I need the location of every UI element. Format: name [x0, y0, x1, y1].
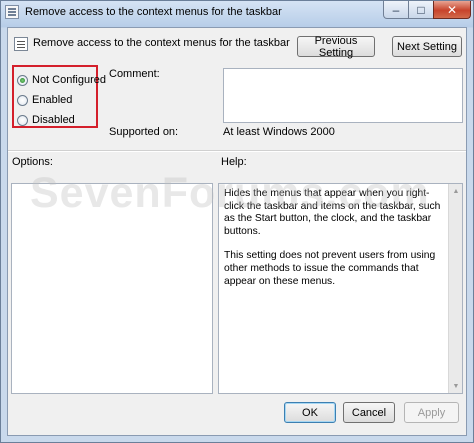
- options-panel: [11, 183, 213, 394]
- policy-document-icon: [5, 5, 19, 19]
- scroll-up-icon[interactable]: ▲: [450, 184, 462, 198]
- options-label: Options:: [12, 156, 53, 168]
- help-paragraph: Hides the menus that appear when you rig…: [224, 188, 441, 237]
- radio-enabled[interactable]: Enabled: [17, 93, 72, 107]
- minimize-button[interactable]: –: [383, 1, 409, 19]
- comment-label: Comment:: [109, 68, 160, 80]
- help-label: Help:: [221, 156, 247, 168]
- close-button[interactable]: ✕: [433, 1, 471, 19]
- help-panel: Hides the menus that appear when you rig…: [218, 183, 463, 394]
- next-setting-button[interactable]: Next Setting: [392, 36, 462, 57]
- apply-button[interactable]: Apply: [404, 402, 459, 423]
- policy-settings-dialog: Remove access to the context menus for t…: [0, 0, 474, 443]
- radio-label: Disabled: [32, 114, 75, 126]
- maximize-button[interactable]: □: [408, 1, 434, 19]
- cancel-button[interactable]: Cancel: [343, 402, 395, 423]
- scroll-down-icon[interactable]: ▼: [450, 379, 462, 393]
- help-paragraph: This setting does not prevent users from…: [224, 250, 436, 287]
- radio-unchecked-icon: [17, 94, 28, 106]
- supported-on-label: Supported on:: [109, 126, 179, 138]
- previous-setting-button[interactable]: Previous Setting: [297, 35, 375, 59]
- supported-on-value: At least Windows 2000: [223, 126, 335, 138]
- comment-textarea[interactable]: [223, 68, 463, 123]
- radio-disabled[interactable]: Disabled: [17, 113, 75, 127]
- title-bar[interactable]: Remove access to the context menus for t…: [1, 1, 473, 25]
- policy-title: Remove access to the context menus for t…: [33, 37, 290, 49]
- radio-checked-icon: [17, 74, 28, 86]
- policy-document-icon: [14, 37, 28, 51]
- radio-label: Not Configured: [32, 74, 106, 86]
- section-divider: [8, 150, 466, 152]
- window-title: Remove access to the context menus for t…: [25, 6, 282, 18]
- radio-unchecked-icon: [17, 114, 28, 126]
- help-scrollbar[interactable]: ▲ ▼: [448, 184, 462, 393]
- dialog-body: Remove access to the context menus for t…: [7, 27, 467, 436]
- radio-not-configured[interactable]: Not Configured: [17, 73, 106, 87]
- radio-label: Enabled: [32, 94, 73, 106]
- help-text: Hides the menus that appear when you rig…: [220, 185, 449, 392]
- ok-button[interactable]: OK: [284, 402, 336, 423]
- state-radio-group: Not Configured Enabled Disabled: [12, 65, 106, 128]
